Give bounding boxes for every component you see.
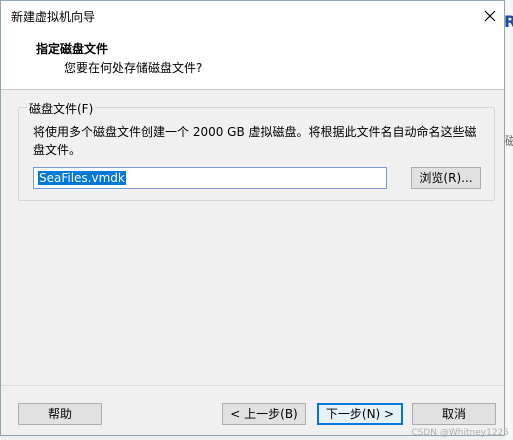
background-window-edge [505, 0, 513, 440]
disk-file-input[interactable]: SeaFiles.vmdk [33, 167, 387, 189]
watermark: CSDN @Whitney1225 [411, 428, 509, 438]
window-title: 新建虚拟机向导 [11, 10, 96, 24]
footer-divider [1, 385, 504, 386]
background-glyph: R [504, 12, 513, 31]
page-subtitle: 您要在何处存储磁盘文件? [64, 61, 203, 75]
disk-file-legend: 磁盘文件(F) [27, 100, 96, 117]
disk-file-group: 磁盘文件(F) 将使用多个磁盘文件创建一个 2000 GB 虚拟磁盘。将根据此文… [18, 100, 495, 201]
browse-button[interactable]: 浏览(R)... [411, 167, 481, 189]
close-icon [484, 10, 496, 21]
next-button[interactable]: 下一步(N) > [317, 403, 403, 425]
wizard-header: 指定磁盘文件 您要在何处存储磁盘文件? [1, 31, 504, 90]
help-button[interactable]: 帮助 [18, 403, 102, 425]
disk-file-description: 将使用多个磁盘文件创建一个 2000 GB 虚拟磁盘。将根据此文件名自动命名这些… [33, 125, 477, 157]
page-title: 指定磁盘文件 [36, 42, 109, 56]
background-glyph-2: 磁 [505, 134, 513, 148]
title-bar: 新建虚拟机向导 [1, 1, 504, 32]
cancel-button[interactable]: 取消 [412, 403, 496, 425]
back-button[interactable]: < 上一步(B) [222, 403, 306, 425]
wizard-window: 新建虚拟机向导 指定磁盘文件 您要在何处存储磁盘文件? 磁盘文件(F) 将使用多… [0, 0, 505, 436]
close-button[interactable] [476, 1, 504, 30]
disk-file-value: SeaFiles.vmdk [38, 171, 126, 185]
